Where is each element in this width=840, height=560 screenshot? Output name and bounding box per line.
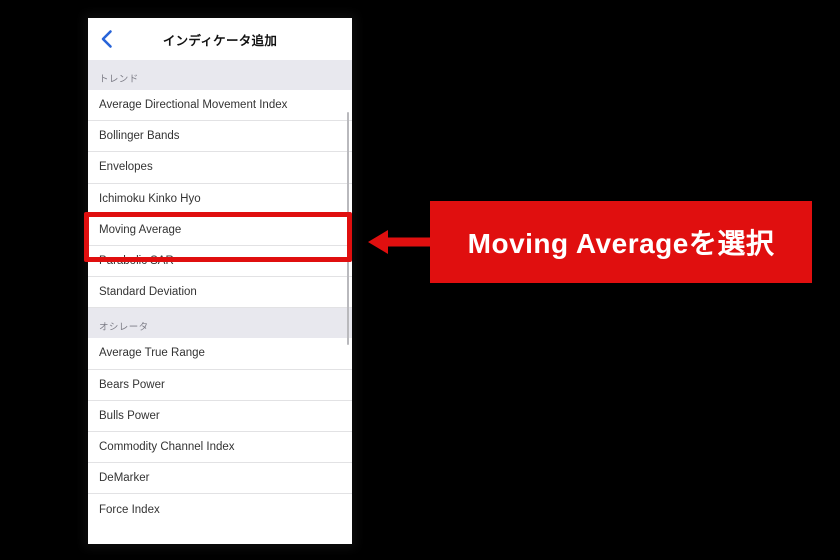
section-header-trend: トレンド xyxy=(88,60,352,90)
list-item-label: Envelopes xyxy=(99,161,153,174)
arrow-left-icon xyxy=(368,226,432,258)
page-title: インディケータ追加 xyxy=(162,33,278,48)
list-item-label: Average Directional Movement Index xyxy=(99,99,288,112)
list-item-commodity-channel-index[interactable]: Commodity Channel Index xyxy=(88,431,352,464)
highlight-rectangle-moving-average xyxy=(84,212,352,262)
list-item-label: Commodity Channel Index xyxy=(99,440,235,453)
list-item-label: Ichimoku Kinko Hyo xyxy=(99,192,201,205)
list-item-label: DeMarker xyxy=(99,472,150,485)
list-item-envelopes[interactable]: Envelopes xyxy=(88,152,352,184)
list-item-bears-power[interactable]: Bears Power xyxy=(88,369,352,401)
list-item-label: Bollinger Bands xyxy=(99,130,180,143)
callout-label: Moving Averageを選択 xyxy=(467,228,775,259)
navigation-bar: インディケータ追加 xyxy=(88,18,352,60)
list-item-label: Bulls Power xyxy=(99,409,160,422)
list-item-demarker[interactable]: DeMarker xyxy=(88,463,352,495)
list-item-label: Average True Range xyxy=(99,347,205,360)
indicator-list: トレンド Average Directional Movement Index … xyxy=(88,60,352,544)
list-item-average-true-range[interactable]: Average True Range xyxy=(88,338,352,370)
list-item-standard-deviation[interactable]: Standard Deviation xyxy=(88,277,352,309)
list-item-label: Standard Deviation xyxy=(99,286,197,299)
list-item-label: Force Index xyxy=(99,503,160,516)
list-item-bollinger-bands[interactable]: Bollinger Bands xyxy=(88,121,352,153)
list-item-force-index[interactable]: Force Index xyxy=(88,494,352,526)
list-item-bulls-power[interactable]: Bulls Power xyxy=(88,400,352,432)
list-item-label: Bears Power xyxy=(99,378,165,391)
list-item-average-directional-movement-index[interactable]: Average Directional Movement Index xyxy=(88,90,352,122)
list-item-ichimoku-kinko-hyo[interactable]: Ichimoku Kinko Hyo xyxy=(88,183,352,215)
phone-screenshot-panel: インディケータ追加 トレンド Average Directional Movem… xyxy=(88,18,352,544)
section-header-label: トレンド xyxy=(99,74,139,85)
section-header-oscillator: オシレータ xyxy=(88,308,352,339)
chevron-left-icon[interactable] xyxy=(97,30,115,48)
section-header-label: オシレータ xyxy=(99,322,149,334)
callout-banner: Moving Averageを選択 xyxy=(430,201,812,283)
